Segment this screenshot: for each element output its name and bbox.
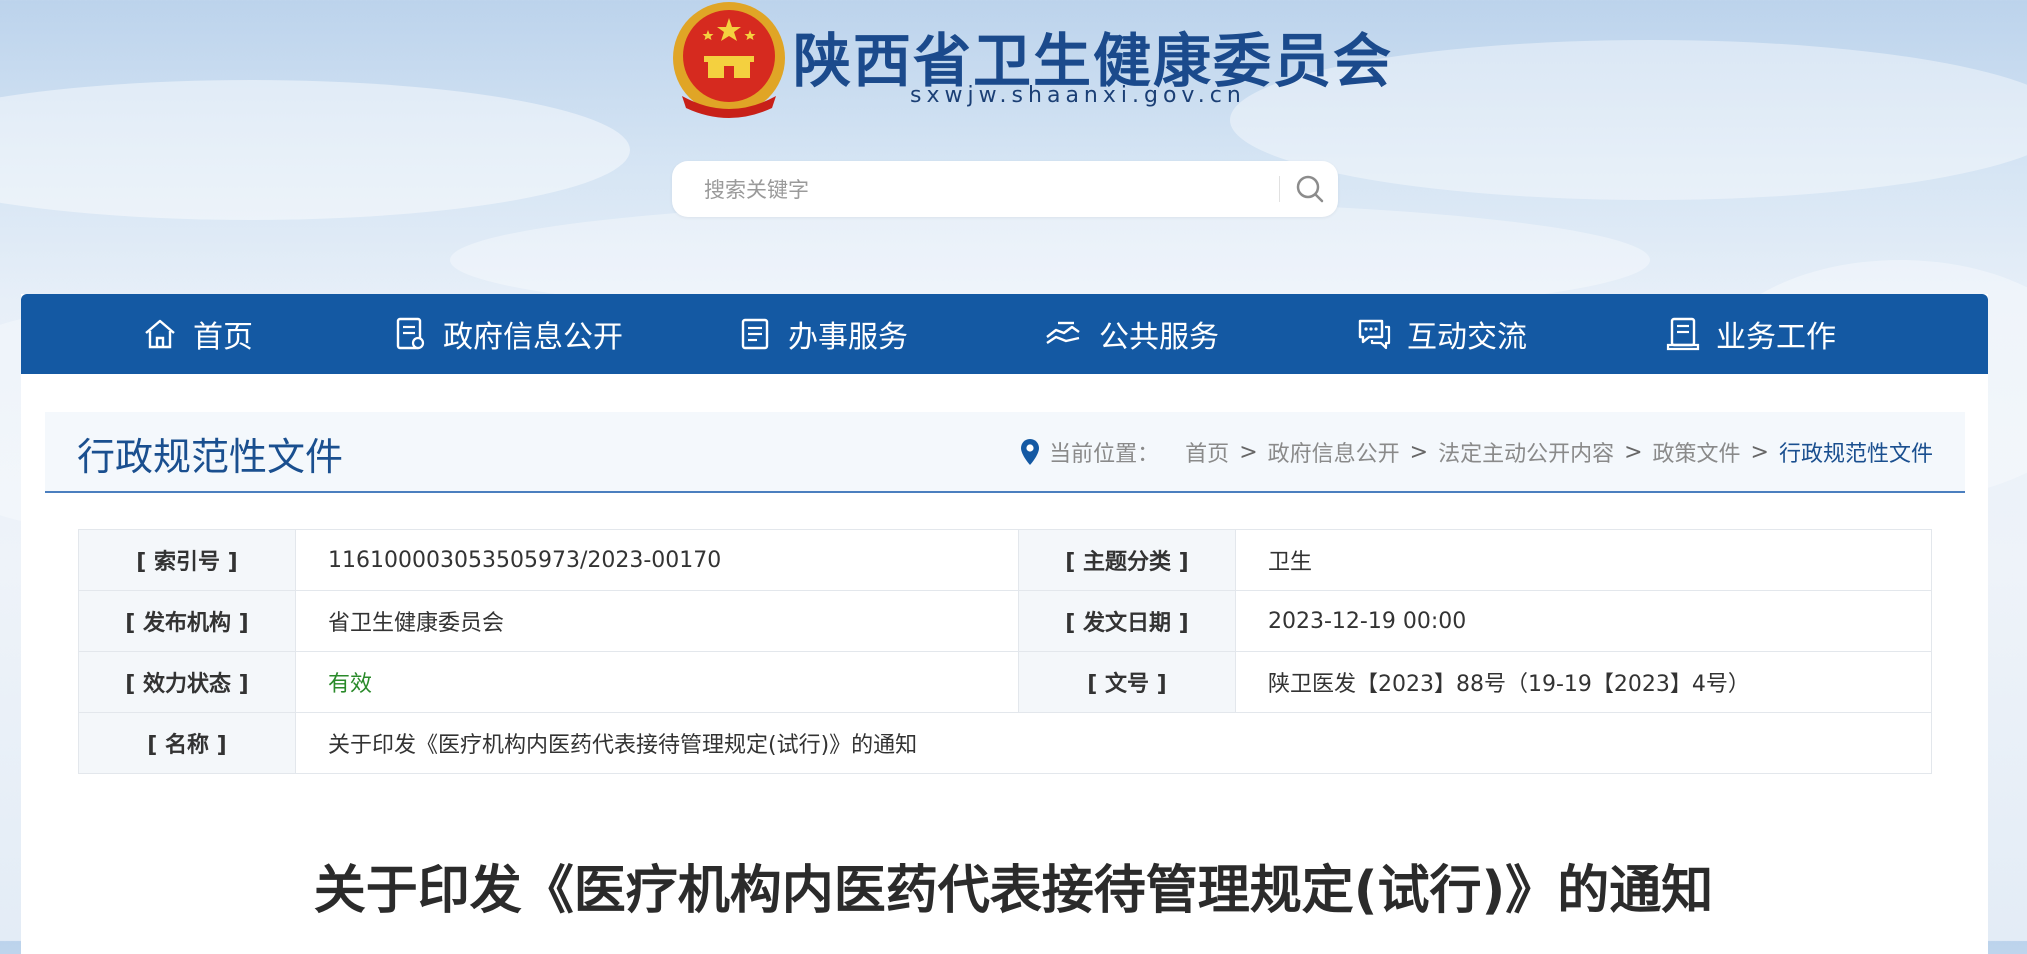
section-header: 行政规范性文件 当前位置： 首页 > 政府信息公开 > 法定主动公开内容 > 政…: [45, 412, 1965, 493]
nav-item-label: 互动交流: [1407, 320, 1527, 355]
breadcrumb: 当前位置： 首页 > 政府信息公开 > 法定主动公开内容 > 政策文件 > 行政…: [1019, 436, 1933, 468]
breadcrumb-separator: >: [1239, 439, 1258, 465]
nav-item-interaction[interactable]: 互动交流: [1355, 294, 1527, 374]
national-emblem-icon: [673, 2, 785, 118]
nav-item-label: 公共服务: [1099, 320, 1219, 355]
breadcrumb-item-policy[interactable]: 政策文件: [1653, 436, 1741, 468]
nav-item-label: 政府信息公开: [443, 320, 623, 355]
breadcrumb-item-statutory[interactable]: 法定主动公开内容: [1438, 436, 1614, 468]
status-label: [ 效力状态 ]: [78, 651, 296, 713]
doc-no-value: 陕卫医发【2023】88号（19-19【2023】4号）: [1235, 651, 1932, 713]
breadcrumb-item-current[interactable]: 行政规范性文件: [1779, 436, 1933, 468]
nav-item-gov-info[interactable]: 政府信息公开: [391, 294, 623, 374]
location-pin-icon: [1021, 439, 1040, 465]
topic-value: 卫生: [1235, 529, 1932, 591]
index-no-label: [ 索引号 ]: [78, 529, 296, 591]
nav-item-label: 业务工作: [1716, 320, 1836, 355]
publisher-value: 省卫生健康委员会: [295, 590, 1019, 652]
document-icon: [396, 317, 425, 350]
list-icon: [741, 318, 769, 350]
briefcase-icon: [1666, 317, 1700, 351]
name-label: [ 名称 ]: [78, 712, 296, 774]
chat-icon: [1358, 319, 1391, 350]
nav-item-label: 办事服务: [788, 320, 908, 355]
main-nav: 首页 政府信息公开 办事服务 公共服务 互动交流 业务工作: [21, 294, 1988, 374]
search-divider: [1279, 176, 1280, 202]
table-row: [ 名称 ] 关于印发《医疗机构内医药代表接待管理规定(试行)》的通知: [78, 712, 1932, 774]
table-row: [ 索引号 ] 116100003053505973/2023-00170 [ …: [78, 529, 1932, 591]
search-box: [672, 161, 1338, 217]
date-value: 2023-12-19 00:00: [1235, 590, 1932, 652]
breadcrumb-separator: >: [1624, 439, 1643, 465]
nav-item-label: 首页: [193, 320, 253, 355]
section-title: 行政规范性文件: [77, 435, 344, 479]
document-info-table: [ 索引号 ] 116100003053505973/2023-00170 [ …: [78, 529, 1932, 774]
topic-label: [ 主题分类 ]: [1018, 529, 1236, 591]
document-title: 关于印发《医疗机构内医药代表接待管理规定(试行)》的通知: [313, 861, 1714, 921]
name-value: 关于印发《医疗机构内医药代表接待管理规定(试行)》的通知: [295, 712, 1932, 774]
search-input[interactable]: [702, 173, 1266, 207]
home-icon: [145, 319, 175, 349]
table-row: [ 效力状态 ] 有效 [ 文号 ] 陕卫医发【2023】88号（19-19【2…: [78, 651, 1932, 713]
nav-item-public-services[interactable]: 公共服务: [1041, 294, 1219, 374]
date-label: [ 发文日期 ]: [1018, 590, 1236, 652]
doc-no-label: [ 文号 ]: [1018, 651, 1236, 713]
breadcrumb-item-home[interactable]: 首页: [1185, 436, 1229, 468]
breadcrumb-separator: >: [1409, 439, 1429, 465]
site-header: 陕西省卫生健康委员会 sxwjw.shaanxi.gov.cn: [0, 0, 2027, 300]
handshake-icon: [1046, 321, 1080, 344]
nav-item-services[interactable]: 办事服务: [736, 294, 908, 374]
site-domain: sxwjw.shaanxi.gov.cn: [910, 83, 1246, 108]
index-no-value: 116100003053505973/2023-00170: [295, 529, 1019, 591]
table-row: [ 发布机构 ] 省卫生健康委员会 [ 发文日期 ] 2023-12-19 00…: [78, 590, 1932, 652]
breadcrumb-item-gov-info[interactable]: 政府信息公开: [1268, 436, 1400, 468]
status-value: 有效: [295, 651, 1019, 713]
breadcrumb-label: 当前位置：: [1049, 442, 1160, 467]
nav-item-home[interactable]: 首页: [141, 294, 253, 374]
nav-item-business[interactable]: 业务工作: [1664, 294, 1836, 374]
breadcrumb-separator: >: [1750, 439, 1769, 465]
publisher-label: [ 发布机构 ]: [78, 590, 296, 652]
search-icon[interactable]: [1292, 171, 1328, 207]
